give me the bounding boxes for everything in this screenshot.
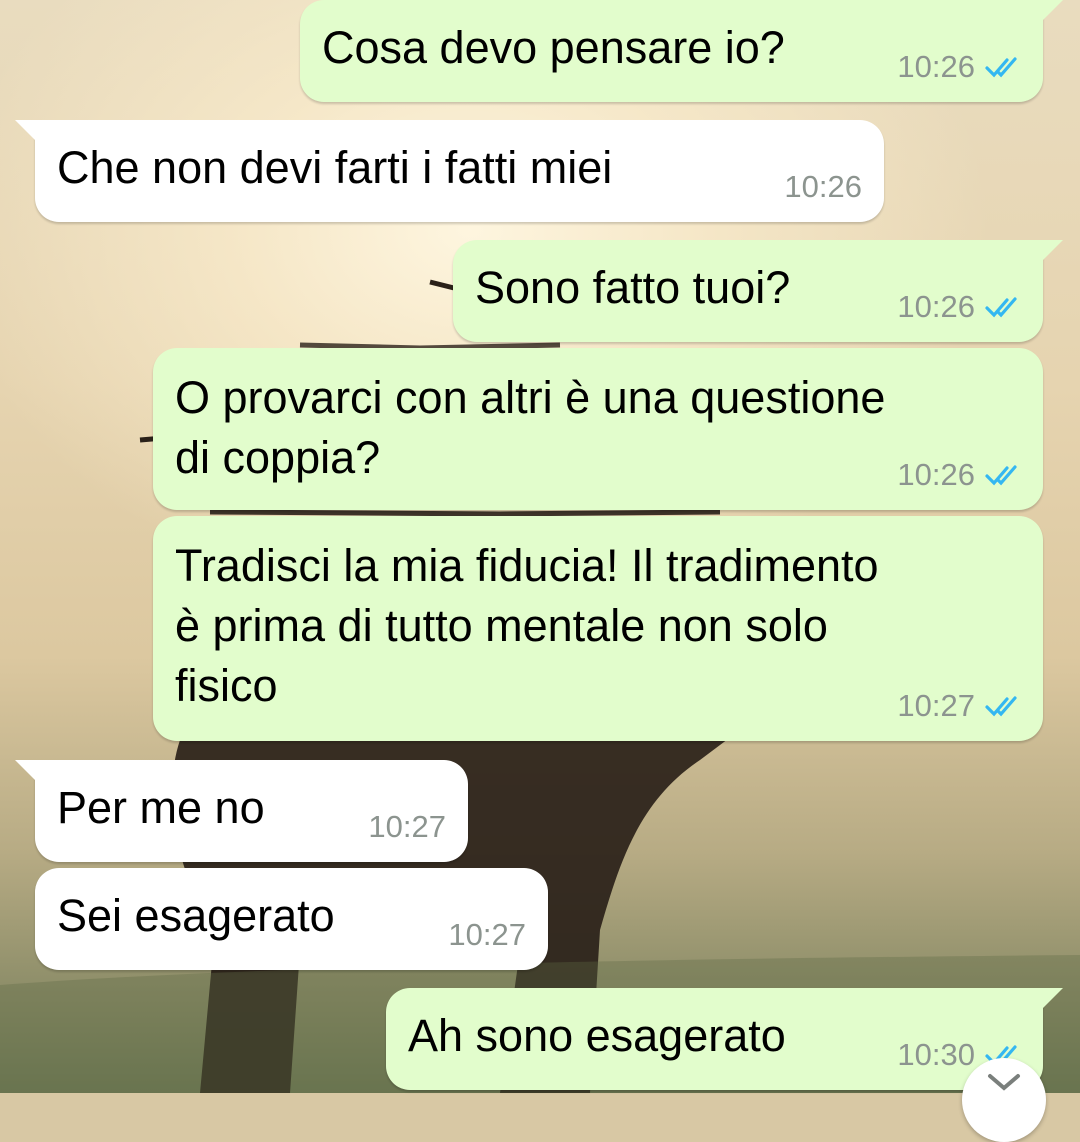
scroll-to-bottom-button[interactable]	[962, 1058, 1046, 1142]
message-meta: 10:26	[897, 50, 1021, 84]
message-meta: 10:27	[368, 810, 446, 844]
message-time: 10:27	[897, 688, 975, 723]
message-text: Tradisci la mia fiducia! Il tradimento è…	[175, 540, 879, 711]
message-text: Ah sono esagerato	[408, 1010, 786, 1061]
message-meta: 10:27	[448, 918, 526, 952]
message-time: 10:27	[448, 917, 526, 952]
message-text: Per me no	[57, 782, 265, 833]
chevron-down-icon	[988, 1074, 1020, 1091]
message-meta: 10:26	[784, 170, 862, 204]
message-bubble-outgoing[interactable]: Ah sono esagerato 10:30	[386, 988, 1063, 1090]
message-bubble-incoming[interactable]: Sei esagerato 10:27	[35, 868, 548, 970]
message-time: 10:26	[897, 49, 975, 84]
double-check-icon	[985, 696, 1017, 717]
message-bubble-incoming[interactable]: Che non devi farti i fatti miei 10:26	[15, 120, 884, 222]
message-meta: 10:26	[897, 458, 1021, 492]
message-time: 10:30	[897, 1037, 975, 1072]
message-meta: 10:27	[897, 689, 1021, 723]
message-time: 10:27	[368, 809, 446, 844]
message-time: 10:26	[897, 457, 975, 492]
message-bubble-incoming[interactable]: Per me no 10:27	[15, 760, 468, 862]
message-text: Sono fatto tuoi?	[475, 262, 791, 313]
message-bubble-outgoing[interactable]: Tradisci la mia fiducia! Il tradimento è…	[153, 516, 1043, 741]
double-check-icon	[985, 465, 1017, 486]
message-bubble-outgoing[interactable]: Cosa devo pensare io? 10:26	[300, 0, 1063, 102]
message-text: Che non devi farti i fatti miei	[57, 142, 613, 193]
message-text: Sei esagerato	[57, 890, 335, 941]
message-time: 10:26	[784, 169, 862, 204]
message-text: Cosa devo pensare io?	[322, 22, 785, 73]
double-check-icon	[985, 297, 1017, 318]
message-text: O provarci con altri è una questione di …	[175, 372, 886, 483]
message-bubble-outgoing[interactable]: O provarci con altri è una questione di …	[153, 348, 1043, 510]
message-meta: 10:26	[897, 290, 1021, 324]
message-time: 10:26	[897, 289, 975, 324]
double-check-icon	[985, 57, 1017, 78]
message-bubble-outgoing[interactable]: Sono fatto tuoi? 10:26	[453, 240, 1063, 342]
